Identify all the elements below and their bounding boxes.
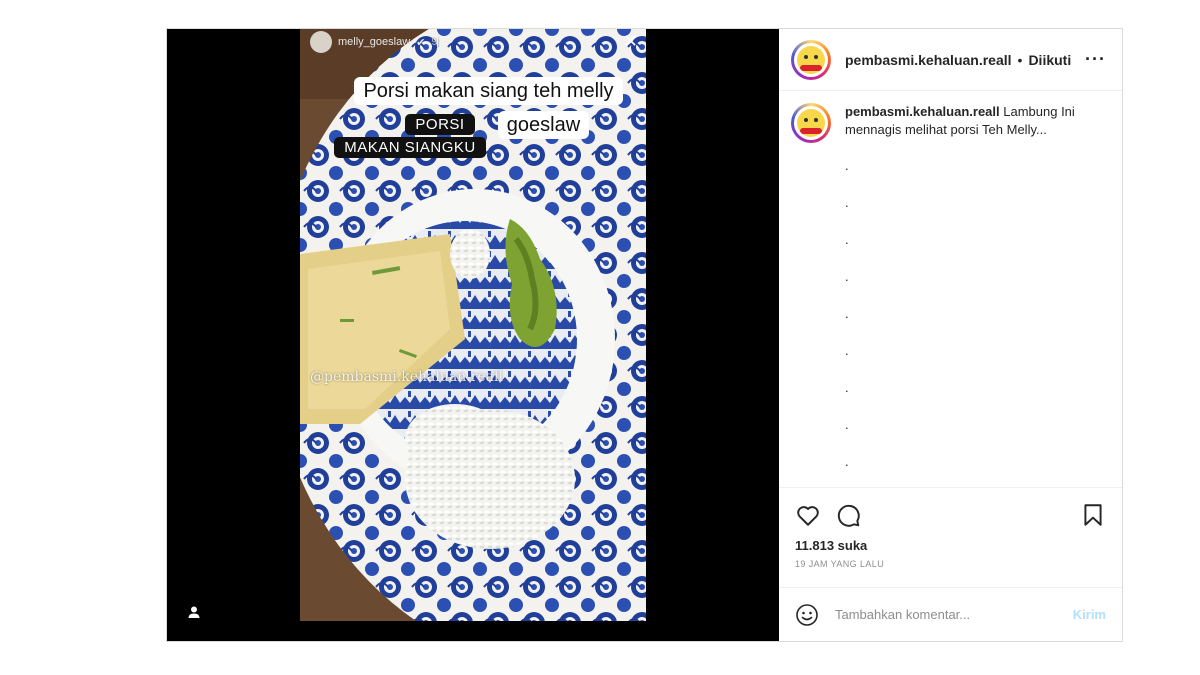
send-button[interactable]: Kirim — [1073, 607, 1106, 622]
post-actions: 11.813 suka 19 JAM YANG LALU — [779, 487, 1122, 587]
caption-dots: . . . . . . . . . — [845, 157, 1106, 487]
caption-username[interactable]: pembasmi.kehaluan.reall — [845, 104, 1000, 119]
action-icons — [795, 502, 1106, 528]
story-caption-small-line2: MAKAN SIANGKU — [334, 137, 486, 158]
emoji-icon[interactable] — [795, 603, 819, 627]
watermark-text: @pembasmi.kehaluan.reall — [310, 369, 503, 385]
caption-dot: . — [845, 195, 849, 210]
header-separator: • — [1017, 51, 1023, 68]
caption-text: pembasmi.kehaluan.reall Lambung Ini menn… — [845, 103, 1085, 143]
caption-avatar[interactable] — [791, 103, 831, 143]
post-media[interactable]: melly_goeslaw ✔ 9j ··· ✕ Porsi makan sia… — [167, 29, 779, 641]
post-sidebar: pembasmi.kehaluan.reall • Diikuti ··· pe… — [779, 29, 1122, 641]
story-caption-main-line1: Porsi makan siang teh melly — [354, 77, 623, 105]
bookmark-icon[interactable] — [1080, 502, 1106, 528]
follow-status-button[interactable]: Diikuti — [1028, 52, 1071, 68]
story-more-icon: ··· — [587, 29, 604, 43]
heart-icon[interactable] — [795, 502, 821, 528]
avatar[interactable] — [791, 39, 831, 80]
caption-dot: . — [845, 343, 849, 358]
header-username[interactable]: pembasmi.kehaluan.reall — [845, 52, 1012, 68]
caption-dot: . — [845, 232, 849, 247]
story-caption-small: PORSI MAKAN SIANGKU — [330, 113, 490, 159]
post-time[interactable]: 19 JAM YANG LALU — [795, 559, 1106, 569]
avatar-logo-icon — [797, 109, 825, 137]
caption-dot: . — [845, 380, 849, 395]
story-header: melly_goeslaw ✔ 9j — [310, 31, 440, 53]
likes-count[interactable]: 11.813 suka — [795, 538, 1106, 553]
add-comment-bar: Tambahkan komentar... Kirim — [779, 587, 1122, 641]
caption-dot: . — [845, 306, 849, 321]
story-time: 9j — [431, 36, 440, 48]
post-header: pembasmi.kehaluan.reall • Diikuti ··· — [779, 29, 1122, 91]
comment-input[interactable]: Tambahkan komentar... — [835, 607, 1073, 622]
story-screenshot-image: melly_goeslaw ✔ 9j ··· ✕ Porsi makan sia… — [300, 29, 646, 621]
story-avatar — [310, 31, 332, 53]
comments-area: pembasmi.kehaluan.reall Lambung Ini menn… — [779, 91, 1122, 487]
comment-icon[interactable] — [835, 502, 861, 528]
user-tag-icon[interactable] — [187, 605, 201, 619]
story-close-icon: ✕ — [622, 31, 638, 51]
story-username: melly_goeslaw — [338, 36, 411, 48]
avatar-logo-icon — [797, 45, 825, 74]
caption-dot: . — [845, 158, 849, 173]
caption-dot: . — [845, 269, 849, 284]
story-caption-main-line2: goeslaw — [497, 111, 590, 139]
caption-dot: . — [845, 417, 849, 432]
instagram-post: melly_goeslaw ✔ 9j ··· ✕ Porsi makan sia… — [166, 28, 1123, 642]
verified-icon: ✔ — [416, 36, 426, 49]
more-horizontal-icon[interactable]: ··· — [1085, 49, 1106, 70]
caption-dot: . — [845, 454, 849, 469]
story-caption-small-line1: PORSI — [405, 114, 475, 135]
caption-row: pembasmi.kehaluan.reall Lambung Ini menn… — [791, 103, 1106, 143]
